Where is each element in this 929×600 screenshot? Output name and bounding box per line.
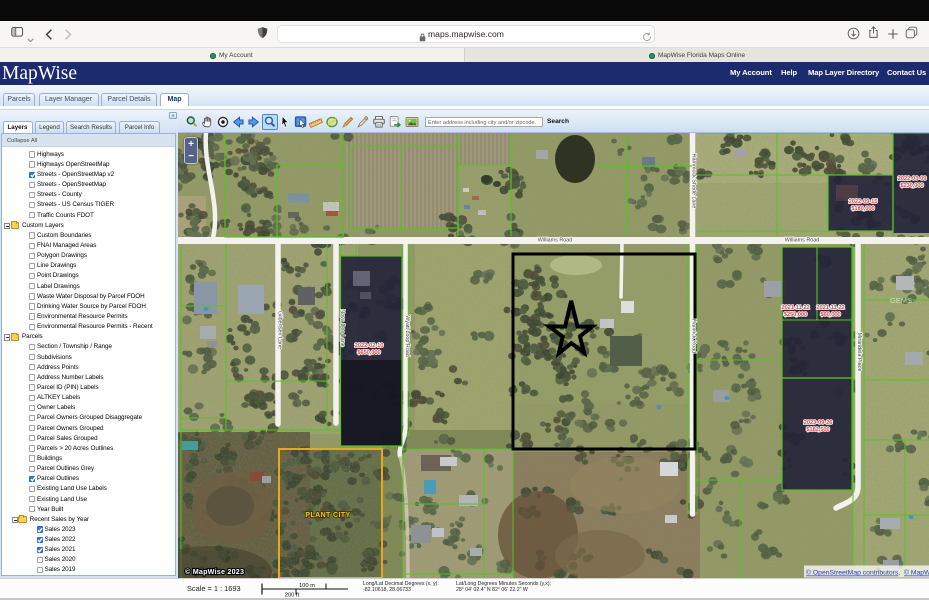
svg-text:GEMS: GEMS <box>890 296 912 305</box>
svg-text:2021-11-22$250,000: 2021-11-22$250,000 <box>781 305 809 318</box>
svg-text:2022-02-10$650,000: 2022-02-10$650,000 <box>355 343 384 356</box>
svg-text:Gilbertsen Lane: Gilbertsen Lane <box>277 311 283 349</box>
svg-text:Williams Road: Williams Road <box>785 238 819 244</box>
svg-text:Nova Dee Lane: Nova Dee Lane <box>339 309 345 346</box>
svg-text:100 m: 100 m <box>299 583 315 589</box>
svg-text:Williams Road: Williams Road <box>538 238 572 244</box>
svg-text:2022-09-15$180,000: 2022-09-15$180,000 <box>849 199 879 212</box>
svg-text:Hamrick Road: Hamrick Road <box>691 319 697 353</box>
svg-text:2022-03-09$230,000: 2022-03-09$230,000 <box>898 176 928 189</box>
svg-text:© MapWise 2023: © MapWise 2023 <box>185 567 244 576</box>
svg-text:200 ft: 200 ft <box>285 593 300 599</box>
svg-text:© OpenStreetMap contributors,: © OpenStreetMap contributors, © MapWise <box>806 569 929 577</box>
svg-text:PLANT CITY: PLANT CITY <box>305 512 350 519</box>
svg-text:Mirandela Place: Mirandela Place <box>856 333 862 372</box>
svg-text:2023-09-26$182,500: 2023-09-26$182,500 <box>804 420 834 433</box>
svg-text:Hammock Shade Lane: Hammock Shade Lane <box>691 154 697 209</box>
svg-text:2021-11-22$60,000: 2021-11-22$60,000 <box>816 305 844 318</box>
svg-text:Wyatt Loop Road: Wyatt Loop Road <box>404 315 410 357</box>
